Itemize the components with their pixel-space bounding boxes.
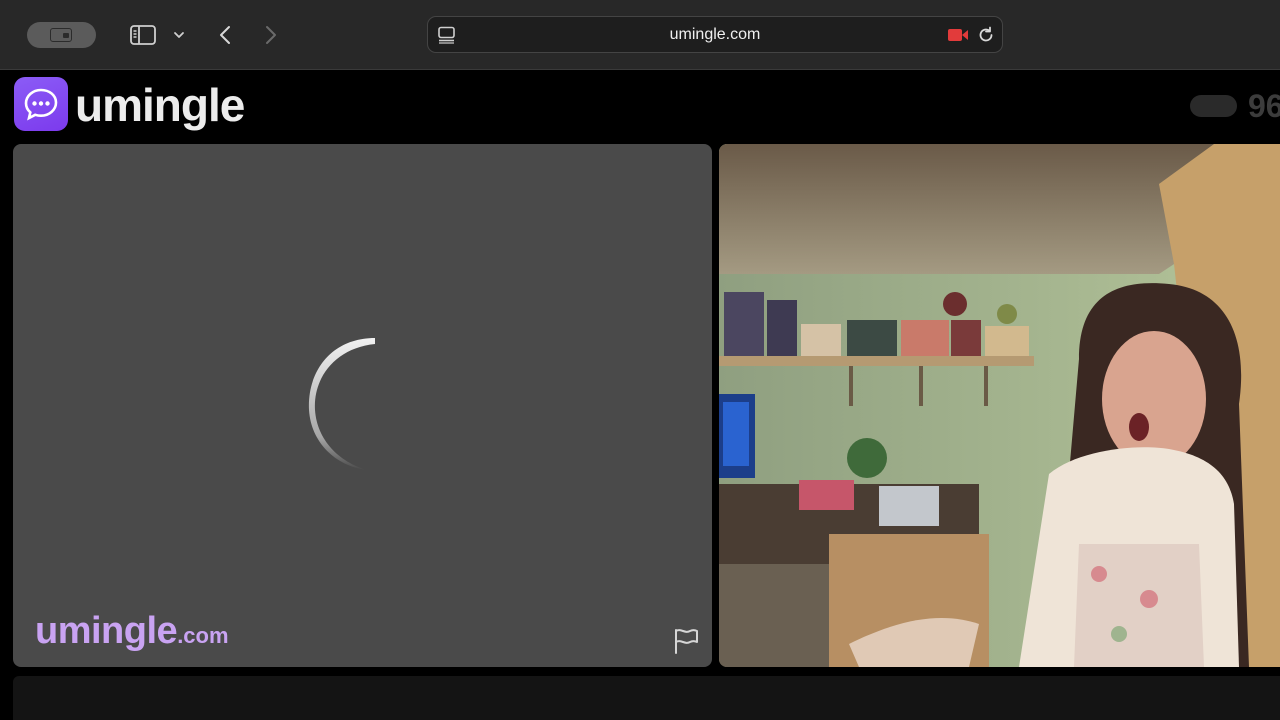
chat-bar[interactable] <box>13 676 1280 720</box>
forward-button[interactable] <box>258 22 284 48</box>
self-video-panel <box>719 144 1280 667</box>
url-text[interactable]: umingle.com <box>428 17 1002 53</box>
back-button[interactable] <box>212 22 238 48</box>
watermark-main: umingle <box>35 610 178 652</box>
brand-name[interactable]: umingle <box>75 78 245 132</box>
camera-recording-icon[interactable] <box>947 27 969 43</box>
sidebar-toggle-button[interactable] <box>128 22 158 48</box>
profile-switcher-button[interactable] <box>27 22 96 48</box>
chevron-down-icon <box>174 32 184 38</box>
watermark: umingle.com <box>35 610 229 653</box>
webcam-feed-image <box>719 144 1280 667</box>
sidebar-menu-button[interactable] <box>170 26 188 44</box>
watermark-tld: .com <box>177 623 229 648</box>
flag-icon[interactable] <box>672 627 700 655</box>
chevron-right-icon <box>266 26 276 44</box>
reload-icon[interactable] <box>976 25 996 45</box>
sidebar-toggle-icon <box>130 25 156 45</box>
profile-switcher-icon <box>50 28 72 42</box>
online-count: 96 <box>1248 88 1280 124</box>
header-toggle[interactable] <box>1190 95 1237 117</box>
chat-bubble-icon <box>24 88 58 121</box>
stranger-video-panel: umingle.com <box>13 144 712 667</box>
browser-toolbar: umingle.com <box>0 0 1280 70</box>
address-bar[interactable]: umingle.com <box>427 16 1003 53</box>
logo[interactable] <box>14 77 68 131</box>
loading-spinner <box>308 338 375 470</box>
chevron-left-icon <box>220 26 230 44</box>
